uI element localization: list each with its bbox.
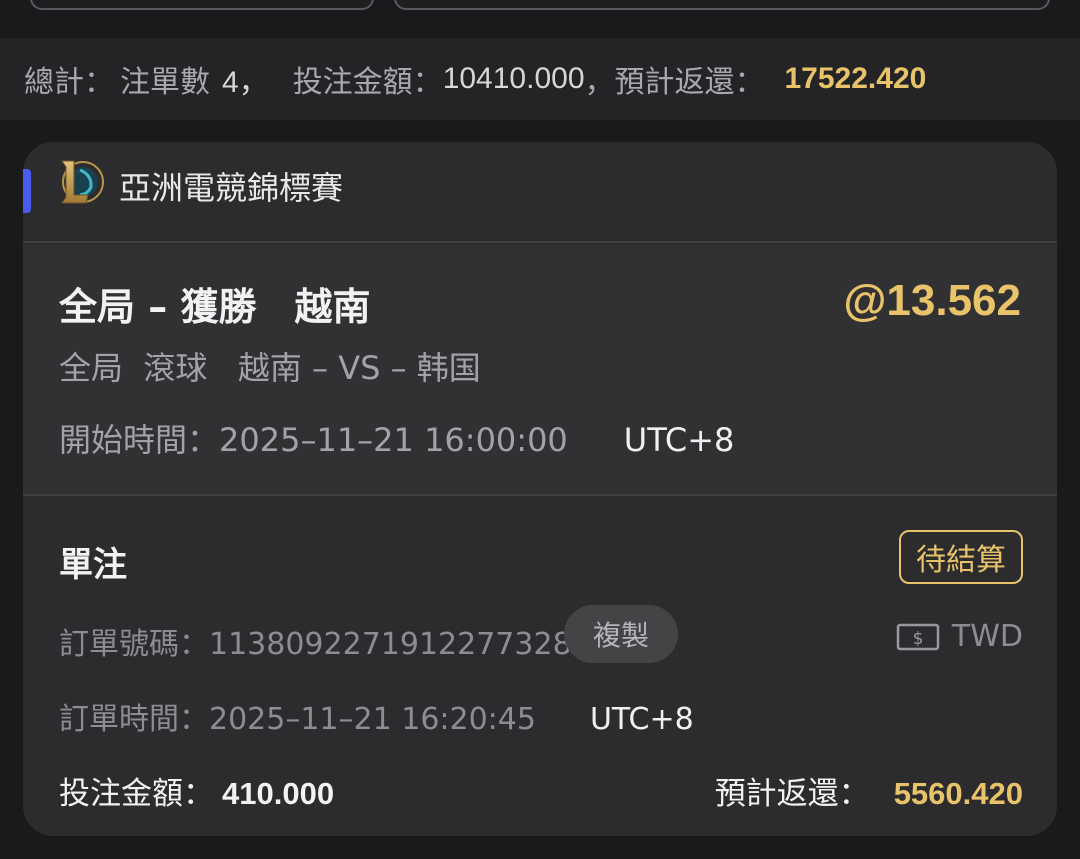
status-badge: 待結算 [899,530,1023,584]
copy-button[interactable]: 複製 [564,605,678,663]
order-number-label: 訂單號碼： [59,627,209,662]
return-label: 預計返還： [714,776,870,812]
summary-stake: 10410.000 [442,62,585,95]
summary-count: 4， [222,66,269,99]
start-time-row: 開始時間：2025–11–21 16:00:00 UTC+8 [59,415,734,461]
summary-return-label: 預計返還： [614,65,765,100]
summary-label: 總計： [24,65,114,100]
stake-label: 投注金額： [59,776,214,812]
bet-type: 單注 [59,545,127,585]
summary-return-value: 17522.420 [784,62,927,95]
summary-bar: 總計： 注單數 4， 投注金額： 10410.000 ， 預計返還： 17522… [0,38,1080,120]
lol-icon [61,160,104,204]
start-timezone: UTC+8 [623,421,735,459]
bet-card[interactable]: 亞洲電競錦標賽 全局 – 獲勝 越南 @13.562 全局 滾球 越南 – VS… [23,142,1057,836]
match-description: 全局 滾球 越南 – VS – 韩国 [59,349,481,387]
return-row: 預計返還： 5560.420 [715,768,1023,813]
stake-value: 410.000 [222,776,335,811]
order-number-row: 訂單號碼：1138092271912277328 [59,619,572,663]
odds-value: @13.562 [843,276,1021,325]
top-right-button[interactable] [394,0,1050,10]
order-time-value: 2025–11–21 16:20:45 [209,702,536,737]
currency-code: TWD [951,619,1023,654]
league-name: 亞洲電競錦標賽 [119,169,344,207]
summary-stake-label: 投注金額： [292,65,443,100]
stake-row: 投注金額： 410.000 [59,768,334,813]
start-time-label: 開始時間： [59,421,220,459]
order-timezone: UTC+8 [589,702,694,737]
order-time-row: 訂單時間：2025–11–21 16:20:45 UTC+8 [59,694,694,738]
svg-text:$: $ [912,629,923,649]
summary-count-label: 注單數 [120,65,210,100]
top-toolbar [0,0,1080,38]
match-section: 全局 – 獲勝 越南 @13.562 全局 滾球 越南 – VS – 韩国 開始… [23,245,1057,496]
cash-icon: $ [896,623,940,650]
market-title: 全局 – 獲勝 越南 [59,285,371,329]
top-left-button[interactable] [30,0,374,10]
summary-separator: ， [584,65,615,100]
league-header: 亞洲電競錦標賽 [23,142,1057,243]
return-value: 5560.420 [893,776,1023,811]
currency-indicator: $ TWD [896,619,1023,654]
order-number: 1138092271912277328 [209,627,572,662]
accent-bar [23,169,31,213]
order-time-label: 訂單時間： [59,702,209,737]
start-time-value: 2025–11–21 16:00:00 [219,421,568,459]
